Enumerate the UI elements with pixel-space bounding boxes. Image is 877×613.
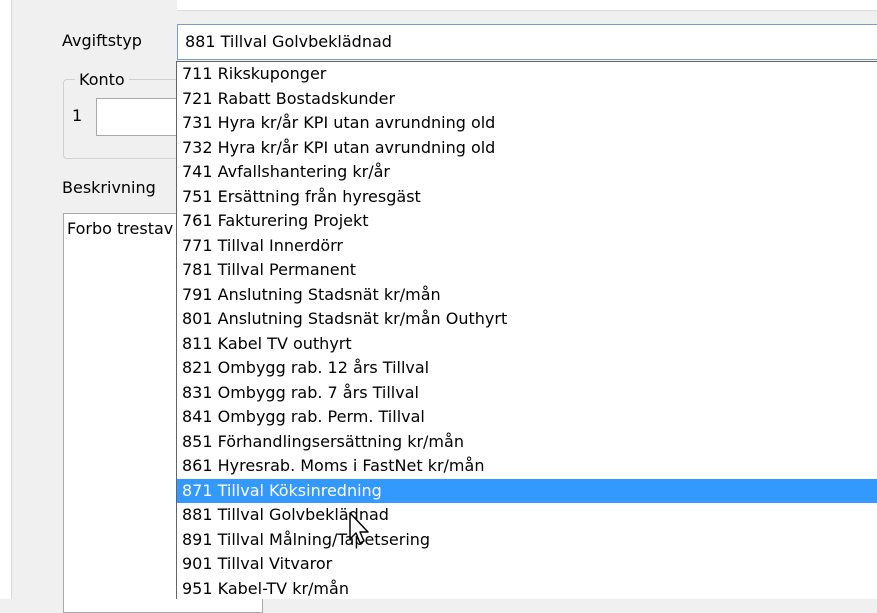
- beskrivning-text: Forbo trestav: [67, 219, 174, 238]
- dropdown-option[interactable]: 711 Rikskuponger: [177, 62, 877, 87]
- avgiftstyp-dropdown-list[interactable]: 711 Rikskuponger 721 Rabatt Bostadskunder…: [176, 61, 877, 599]
- dropdown-option[interactable]: 741 Avfallshantering kr/år: [177, 160, 877, 185]
- dropdown-option[interactable]: 821 Ombygg rab. 12 års Tillval: [177, 356, 877, 381]
- dropdown-option[interactable]: 791 Anslutning Stadsnät kr/mån: [177, 283, 877, 308]
- dropdown-option[interactable]: 851 Förhandlingsersättning kr/mån: [177, 430, 877, 455]
- beskrivning-label: Beskrivning: [62, 178, 156, 197]
- konto-group-title: Konto: [75, 70, 129, 89]
- avgiftstyp-value: 881 Tillval Golvbeklädnad: [185, 32, 392, 51]
- dropdown-option[interactable]: 871 Tillval Köksinredning: [177, 478, 877, 503]
- avgiftstyp-combobox[interactable]: 881 Tillval Golvbeklädnad: [177, 24, 877, 60]
- dropdown-option[interactable]: 781 Tillval Permanent: [177, 258, 877, 283]
- dropdown-option[interactable]: 761 Fakturering Projekt: [177, 209, 877, 234]
- dropdown-option[interactable]: 841 Ombygg rab. Perm. Tillval: [177, 405, 877, 430]
- mouse-pointer-icon: [349, 512, 369, 544]
- dropdown-option[interactable]: 951 Kabel-TV kr/mån: [177, 577, 877, 600]
- dropdown-option[interactable]: 771 Tillval Innerdörr: [177, 234, 877, 259]
- dropdown-option[interactable]: 731 Hyra kr/år KPI utan avrundning old: [177, 111, 877, 136]
- dropdown-option[interactable]: 891 Tillval Målning/Tapetsering: [177, 528, 877, 553]
- dropdown-option[interactable]: 801 Anslutning Stadsnät kr/mån Outhyrt: [177, 307, 877, 332]
- konto-row-number: 1: [72, 106, 83, 125]
- left-panel-edge: [0, 0, 12, 599]
- dropdown-option[interactable]: 881 Tillval Golvbeklädnad: [177, 503, 877, 528]
- dropdown-option[interactable]: 751 Ersättning från hyresgäst: [177, 185, 877, 210]
- dropdown-option[interactable]: 861 Hyresrab. Moms i FastNet kr/mån: [177, 454, 877, 479]
- dropdown-option[interactable]: 901 Tillval Vitvaror: [177, 552, 877, 577]
- dropdown-option[interactable]: 721 Rabatt Bostadskunder: [177, 87, 877, 112]
- dropdown-option[interactable]: 811 Kabel TV outhyrt: [177, 332, 877, 357]
- top-field-edge: [177, 0, 877, 11]
- dropdown-option[interactable]: 831 Ombygg rab. 7 års Tillval: [177, 381, 877, 406]
- avgiftstyp-label: Avgiftstyp: [62, 31, 142, 50]
- dropdown-option[interactable]: 732 Hyra kr/år KPI utan avrundning old: [177, 136, 877, 161]
